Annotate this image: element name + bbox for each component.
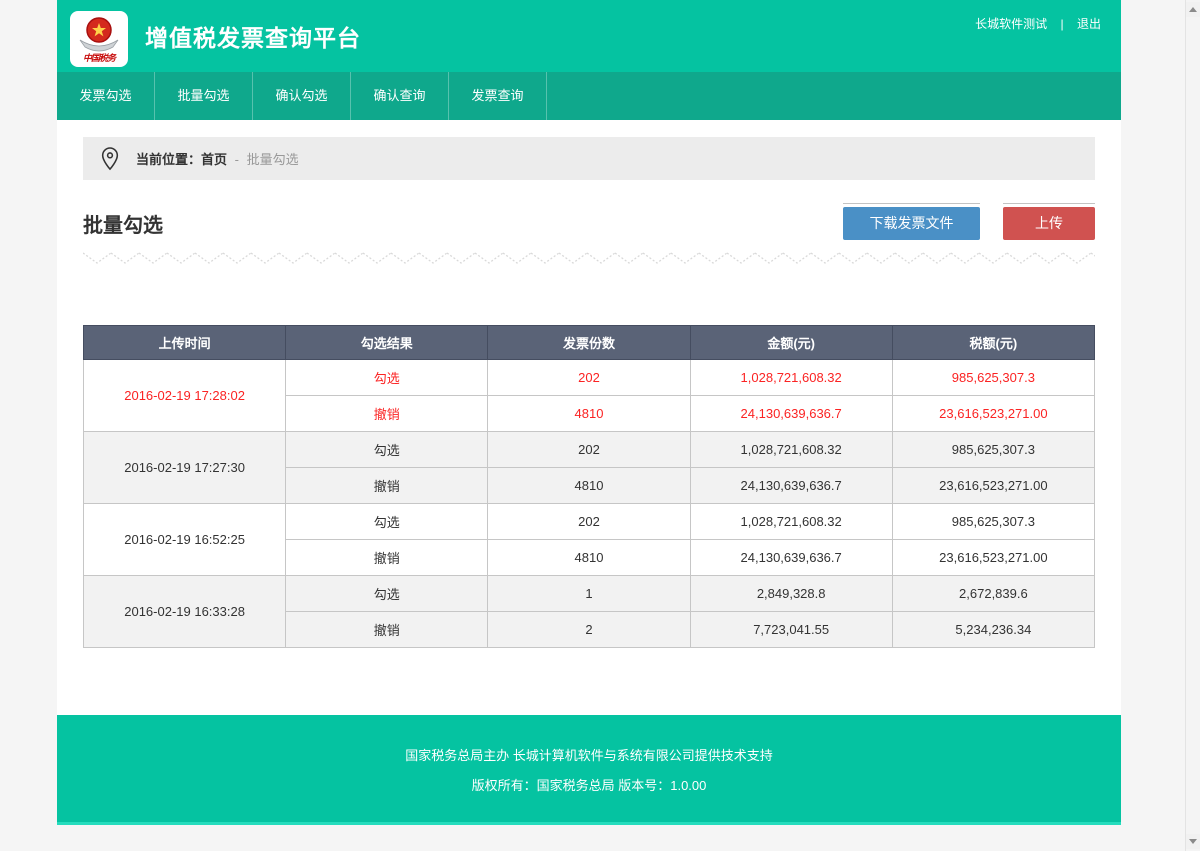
count-cell: 202 xyxy=(488,432,690,468)
logout-link[interactable]: 退出 xyxy=(1077,17,1101,31)
action-buttons: 下载发票文件 上传 xyxy=(843,207,1095,240)
table-row: 2016-02-19 16:33:28勾选12,849,328.82,672,8… xyxy=(84,576,1095,612)
table-row: 2016-02-19 17:27:30勾选2021,028,721,608.32… xyxy=(84,432,1095,468)
invoice-table-body: 2016-02-19 17:28:02勾选2021,028,721,608.32… xyxy=(84,360,1095,648)
count-cell: 202 xyxy=(488,504,690,540)
upload-time-cell: 2016-02-19 17:27:30 xyxy=(84,432,286,504)
footer-copyright-line: 版权所有：国家税务总局 版本号：1.0.00 xyxy=(57,771,1121,801)
nav-tab-invoice-check[interactable]: 发票勾选 xyxy=(57,72,155,120)
breadcrumb-text: 当前位置：首页 - 批量勾选 xyxy=(136,149,299,168)
batch-check-table-wrap: 上传时间 勾选结果 发票份数 金额(元) 税额(元) 2016-02-19 17… xyxy=(83,325,1095,648)
user-name-label: 长城软件测试 xyxy=(975,17,1047,31)
batch-check-table: 上传时间 勾选结果 发票份数 金额(元) 税额(元) 2016-02-19 17… xyxy=(83,325,1095,648)
amount-cell: 7,723,041.55 xyxy=(690,612,892,648)
amount-cell: 24,130,639,636.7 xyxy=(690,540,892,576)
main-nav: 发票勾选 批量勾选 确认勾选 确认查询 发票查询 xyxy=(57,72,1121,120)
tax-cell: 2,672,839.6 xyxy=(892,576,1094,612)
col-upload-time: 上传时间 xyxy=(84,326,286,360)
amount-cell: 1,028,721,608.32 xyxy=(690,504,892,540)
result-cell: 撤销 xyxy=(286,540,488,576)
table-header-row: 上传时间 勾选结果 发票份数 金额(元) 税额(元) xyxy=(84,326,1095,360)
result-cell: 撤销 xyxy=(286,612,488,648)
count-cell: 1 xyxy=(488,576,690,612)
amount-cell: 2,849,328.8 xyxy=(690,576,892,612)
upload-button[interactable]: 上传 xyxy=(1003,207,1095,240)
result-cell: 撤销 xyxy=(286,468,488,504)
breadcrumb-current: 批量勾选 xyxy=(247,152,299,167)
amount-cell: 1,028,721,608.32 xyxy=(690,432,892,468)
user-area: 长城软件测试 | 退出 xyxy=(970,15,1106,32)
download-invoice-file-button[interactable]: 下载发票文件 xyxy=(843,207,980,240)
result-cell: 勾选 xyxy=(286,360,488,396)
table-row: 2016-02-19 17:28:02勾选2021,028,721,608.32… xyxy=(84,360,1095,396)
tax-cell: 985,625,307.3 xyxy=(892,504,1094,540)
amount-cell: 24,130,639,636.7 xyxy=(690,468,892,504)
result-cell: 撤销 xyxy=(286,396,488,432)
main-content: 当前位置：首页 - 批量勾选 批量勾选 下载发票文件 上传 xyxy=(57,120,1121,715)
col-check-result: 勾选结果 xyxy=(286,326,488,360)
count-cell: 2 xyxy=(488,612,690,648)
breadcrumb-home[interactable]: 当前位置：首页 xyxy=(136,152,227,167)
result-cell: 勾选 xyxy=(286,576,488,612)
section-title: 批量勾选 xyxy=(83,209,163,238)
footer-sponsor-line: 国家税务总局主办 长城计算机软件与系统有限公司提供技术支持 xyxy=(57,741,1121,771)
amount-cell: 1,028,721,608.32 xyxy=(690,360,892,396)
count-cell: 202 xyxy=(488,360,690,396)
count-cell: 4810 xyxy=(488,540,690,576)
result-cell: 勾选 xyxy=(286,504,488,540)
user-divider: | xyxy=(1061,17,1064,31)
count-cell: 4810 xyxy=(488,468,690,504)
page-title-app: 增值税发票查询平台 xyxy=(145,19,361,53)
national-tax-emblem-icon xyxy=(78,16,120,54)
nav-tab-confirm-query[interactable]: 确认查询 xyxy=(351,72,449,120)
nav-tab-invoice-query[interactable]: 发票查询 xyxy=(449,72,547,120)
tax-cell: 985,625,307.3 xyxy=(892,360,1094,396)
tax-bureau-logo: 中国税务 xyxy=(70,11,128,67)
arrow-up-icon xyxy=(1189,7,1197,12)
upload-time-cell: 2016-02-19 16:52:25 xyxy=(84,504,286,576)
nav-tab-confirm-check[interactable]: 确认勾选 xyxy=(253,72,351,120)
scroll-down-button[interactable] xyxy=(1186,834,1200,849)
breadcrumb: 当前位置：首页 - 批量勾选 xyxy=(83,137,1095,180)
col-amount: 金额(元) xyxy=(690,326,892,360)
scroll-up-button[interactable] xyxy=(1186,2,1200,17)
location-pin-icon xyxy=(99,146,121,172)
tax-cell: 5,234,236.34 xyxy=(892,612,1094,648)
app-header: 中国税务 增值税发票查询平台 长城软件测试 | 退出 xyxy=(57,0,1121,72)
zigzag-divider xyxy=(83,250,1095,266)
browser-viewport: 中国税务 增值税发票查询平台 长城软件测试 | 退出 发票勾选 批量勾选 确认勾… xyxy=(0,0,1200,851)
upload-time-cell: 2016-02-19 16:33:28 xyxy=(84,576,286,648)
col-tax: 税额(元) xyxy=(892,326,1094,360)
tax-cell: 985,625,307.3 xyxy=(892,432,1094,468)
logo-caption: 中国税务 xyxy=(83,54,115,63)
tax-cell: 23,616,523,271.00 xyxy=(892,468,1094,504)
breadcrumb-separator: - xyxy=(235,152,239,167)
result-cell: 勾选 xyxy=(286,432,488,468)
table-row: 2016-02-19 16:52:25勾选2021,028,721,608.32… xyxy=(84,504,1095,540)
vertical-scrollbar[interactable] xyxy=(1185,0,1200,851)
upload-time-cell: 2016-02-19 17:28:02 xyxy=(84,360,286,432)
arrow-down-icon xyxy=(1189,839,1197,844)
col-invoice-count: 发票份数 xyxy=(488,326,690,360)
tax-cell: 23,616,523,271.00 xyxy=(892,540,1094,576)
page-column: 中国税务 增值税发票查询平台 长城软件测试 | 退出 发票勾选 批量勾选 确认勾… xyxy=(57,0,1121,825)
tax-cell: 23,616,523,271.00 xyxy=(892,396,1094,432)
count-cell: 4810 xyxy=(488,396,690,432)
nav-tab-batch-check[interactable]: 批量勾选 xyxy=(155,72,253,120)
title-row: 批量勾选 下载发票文件 上传 xyxy=(83,207,1095,240)
page-footer: 国家税务总局主办 长城计算机软件与系统有限公司提供技术支持 版权所有：国家税务总… xyxy=(57,715,1121,825)
amount-cell: 24,130,639,636.7 xyxy=(690,396,892,432)
